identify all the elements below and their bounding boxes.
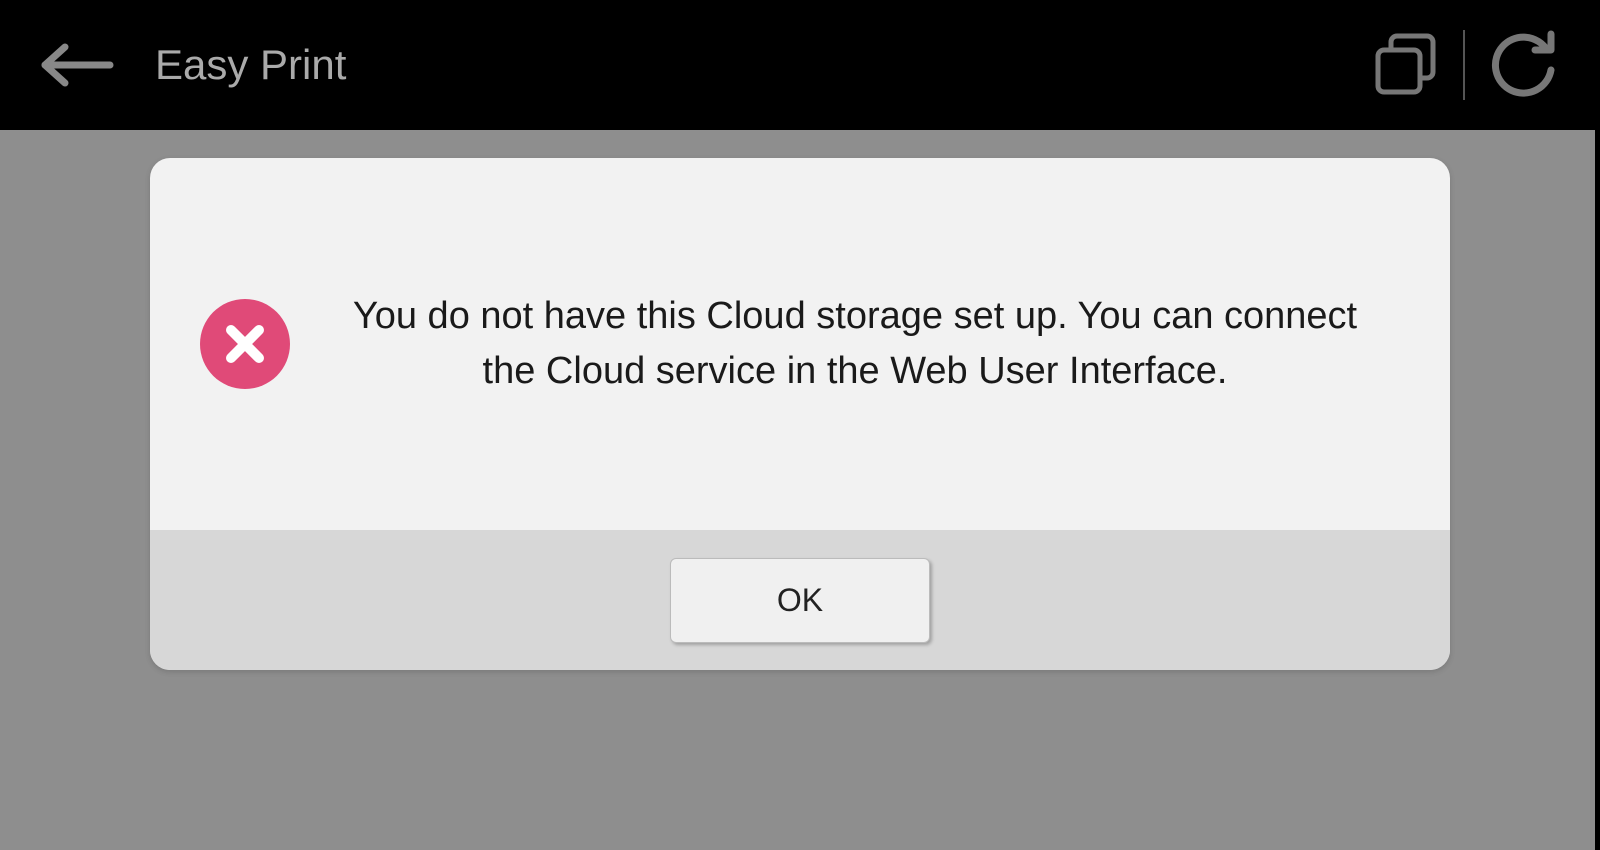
header-actions <box>1368 25 1565 105</box>
page-title: Easy Print <box>155 41 1368 89</box>
copy-icon[interactable] <box>1368 28 1443 103</box>
error-dialog: You do not have this Cloud storage set u… <box>150 158 1450 670</box>
dialog-body: You do not have this Cloud storage set u… <box>150 158 1450 530</box>
error-icon <box>200 299 290 389</box>
header-bar: Easy Print <box>0 0 1600 130</box>
dialog-footer: OK <box>150 530 1450 670</box>
content-area: You do not have this Cloud storage set u… <box>0 130 1600 850</box>
refresh-icon[interactable] <box>1485 25 1565 105</box>
ok-button[interactable]: OK <box>670 558 930 643</box>
back-arrow-icon[interactable] <box>35 40 115 90</box>
header-divider <box>1463 30 1465 100</box>
dialog-message: You do not have this Cloud storage set u… <box>330 289 1400 399</box>
